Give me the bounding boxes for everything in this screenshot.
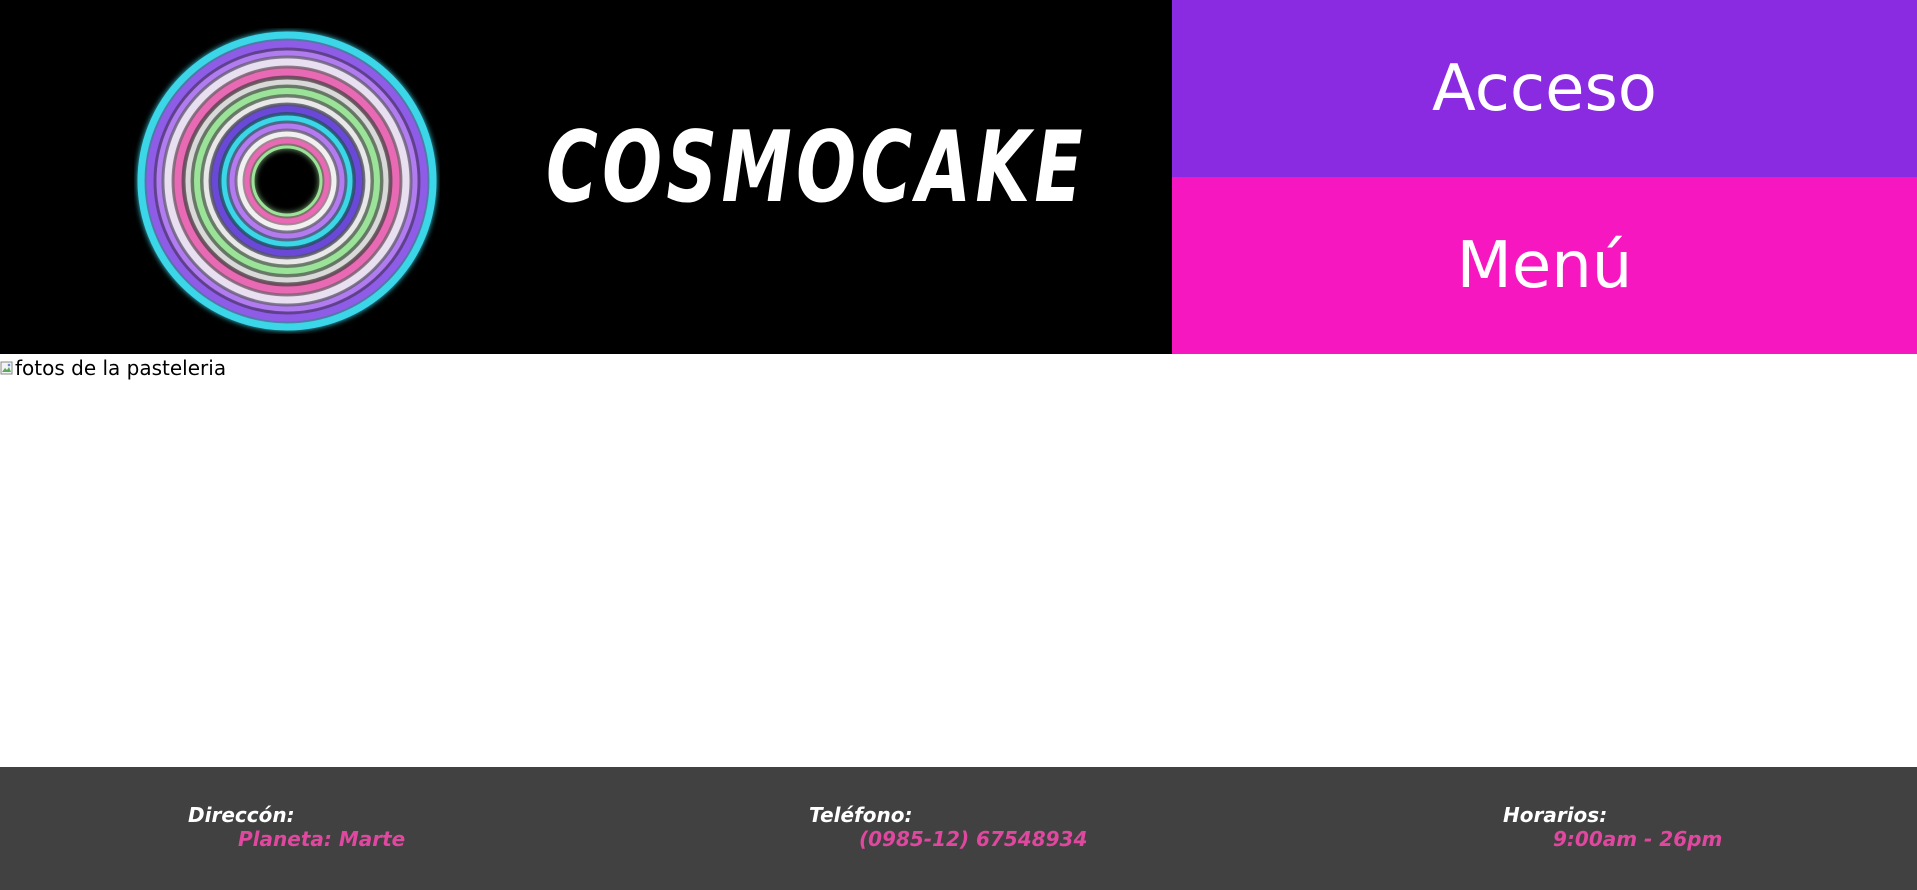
- address-value: Planeta: Marte: [238, 827, 406, 851]
- phone-label: Teléfono:: [809, 803, 913, 827]
- address-label: Direccón:: [188, 803, 295, 827]
- hours-label: Horarios:: [1503, 803, 1608, 827]
- brand-name: COSMOCAKE: [546, 111, 1087, 225]
- main-nav: Acceso Menú: [1172, 0, 1917, 354]
- hours-info: Horarios: 9:00am - 26pm: [1503, 803, 1722, 851]
- site-header: COSMOCAKE Acceso Menú: [0, 0, 1917, 354]
- bakery-photos: fotos de la pasteleria: [0, 354, 1917, 767]
- access-button[interactable]: Acceso: [1172, 0, 1917, 177]
- menu-button[interactable]: Menú: [1172, 177, 1917, 354]
- phone-value: (0985-12) 67548934: [859, 827, 1088, 851]
- site-footer: Direccón: Planeta: Marte Teléfono: (0985…: [0, 767, 1917, 890]
- address-info: Direccón: Planeta: Marte: [188, 803, 405, 851]
- broken-image-placeholder: fotos de la pasteleria: [0, 356, 226, 380]
- hours-value: 9:00am - 26pm: [1553, 827, 1723, 851]
- brand-banner: COSMOCAKE: [0, 0, 1172, 354]
- neon-rings-logo-icon: [137, 31, 437, 331]
- image-alt-text: fotos de la pasteleria: [15, 356, 227, 380]
- broken-image-icon: [0, 361, 13, 375]
- phone-info: Teléfono: (0985-12) 67548934: [809, 803, 1087, 851]
